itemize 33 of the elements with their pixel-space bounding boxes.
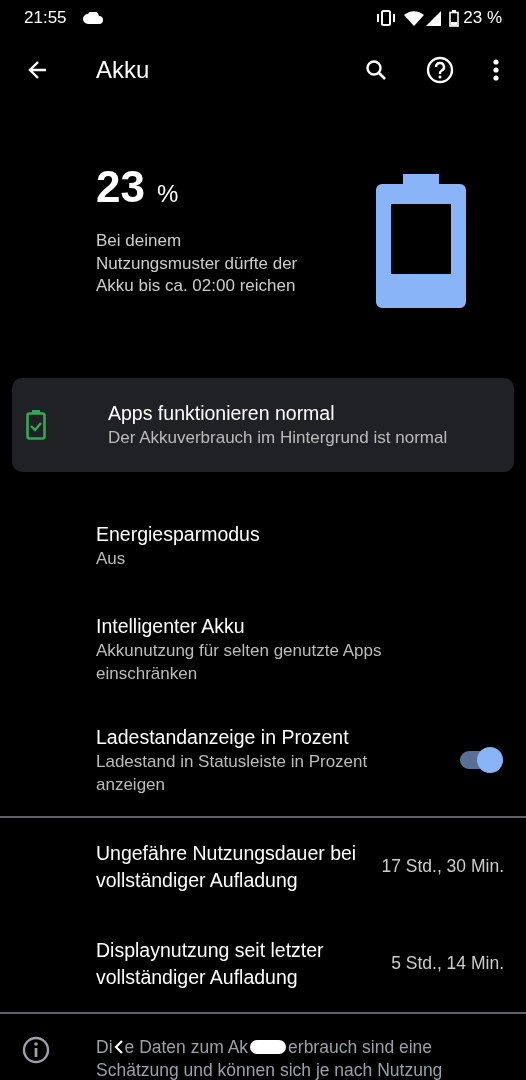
footer-note: e Daten zum Ak <box>124 1036 249 1059</box>
usage-value: 17 Std., 30 Min. <box>381 856 504 877</box>
battery-icon <box>376 174 466 308</box>
footer-note: Schätzung und können sich je nach Nutzung <box>96 1058 443 1080</box>
battery-check-icon <box>26 410 46 440</box>
setting-summary: Aus <box>96 548 127 571</box>
tip-title: Apps funktionieren normal <box>108 401 336 427</box>
page-title: Akku <box>96 56 150 84</box>
setting-title: Intelligenter Akku <box>96 614 246 639</box>
setting-title: Ladestandanzeige in Prozent <box>96 725 350 750</box>
battery-percent: 23 % <box>463 8 502 28</box>
footer-note: erbrauch sind eine <box>288 1036 433 1059</box>
help-icon[interactable] <box>424 54 456 86</box>
setting-summary: Akkunutzung für selten genutzte Apps einschränken <box>96 640 383 685</box>
setting-title: Energiesparmodus <box>96 522 261 548</box>
battery-icon <box>449 9 460 27</box>
battery-level: 23 <box>96 162 145 211</box>
usage-title: Ungefähre Nutzungsdauer bei vollständiger Aufladung <box>96 840 358 893</box>
tip-summary: Der Akkuverbrauch im Hintergrund ist normal <box>108 427 449 450</box>
setting-summary: Ladestand in Statusleiste in Prozent anzeigen <box>96 751 369 796</box>
clock: 21:55 <box>24 8 67 28</box>
battery-estimate: Bei deinem Nutzungsmuster dürfte der Akku bis ca. 02:00 reichen <box>96 230 299 297</box>
home-handle[interactable] <box>250 1040 287 1055</box>
info-icon <box>22 1036 50 1064</box>
cloud-icon <box>82 12 103 24</box>
usage-value: 5 Std., 14 Min. <box>391 953 504 974</box>
vibrate-icon <box>376 10 397 26</box>
percent-sign: % <box>156 180 179 207</box>
nav-back-icon[interactable] <box>113 1039 124 1056</box>
usage-title: Displaynutzung seit letzter vollständiger Aufladung <box>96 937 325 990</box>
wifi-icon <box>404 10 425 26</box>
footer-note: Di <box>96 1036 113 1059</box>
signal-icon <box>426 10 442 26</box>
